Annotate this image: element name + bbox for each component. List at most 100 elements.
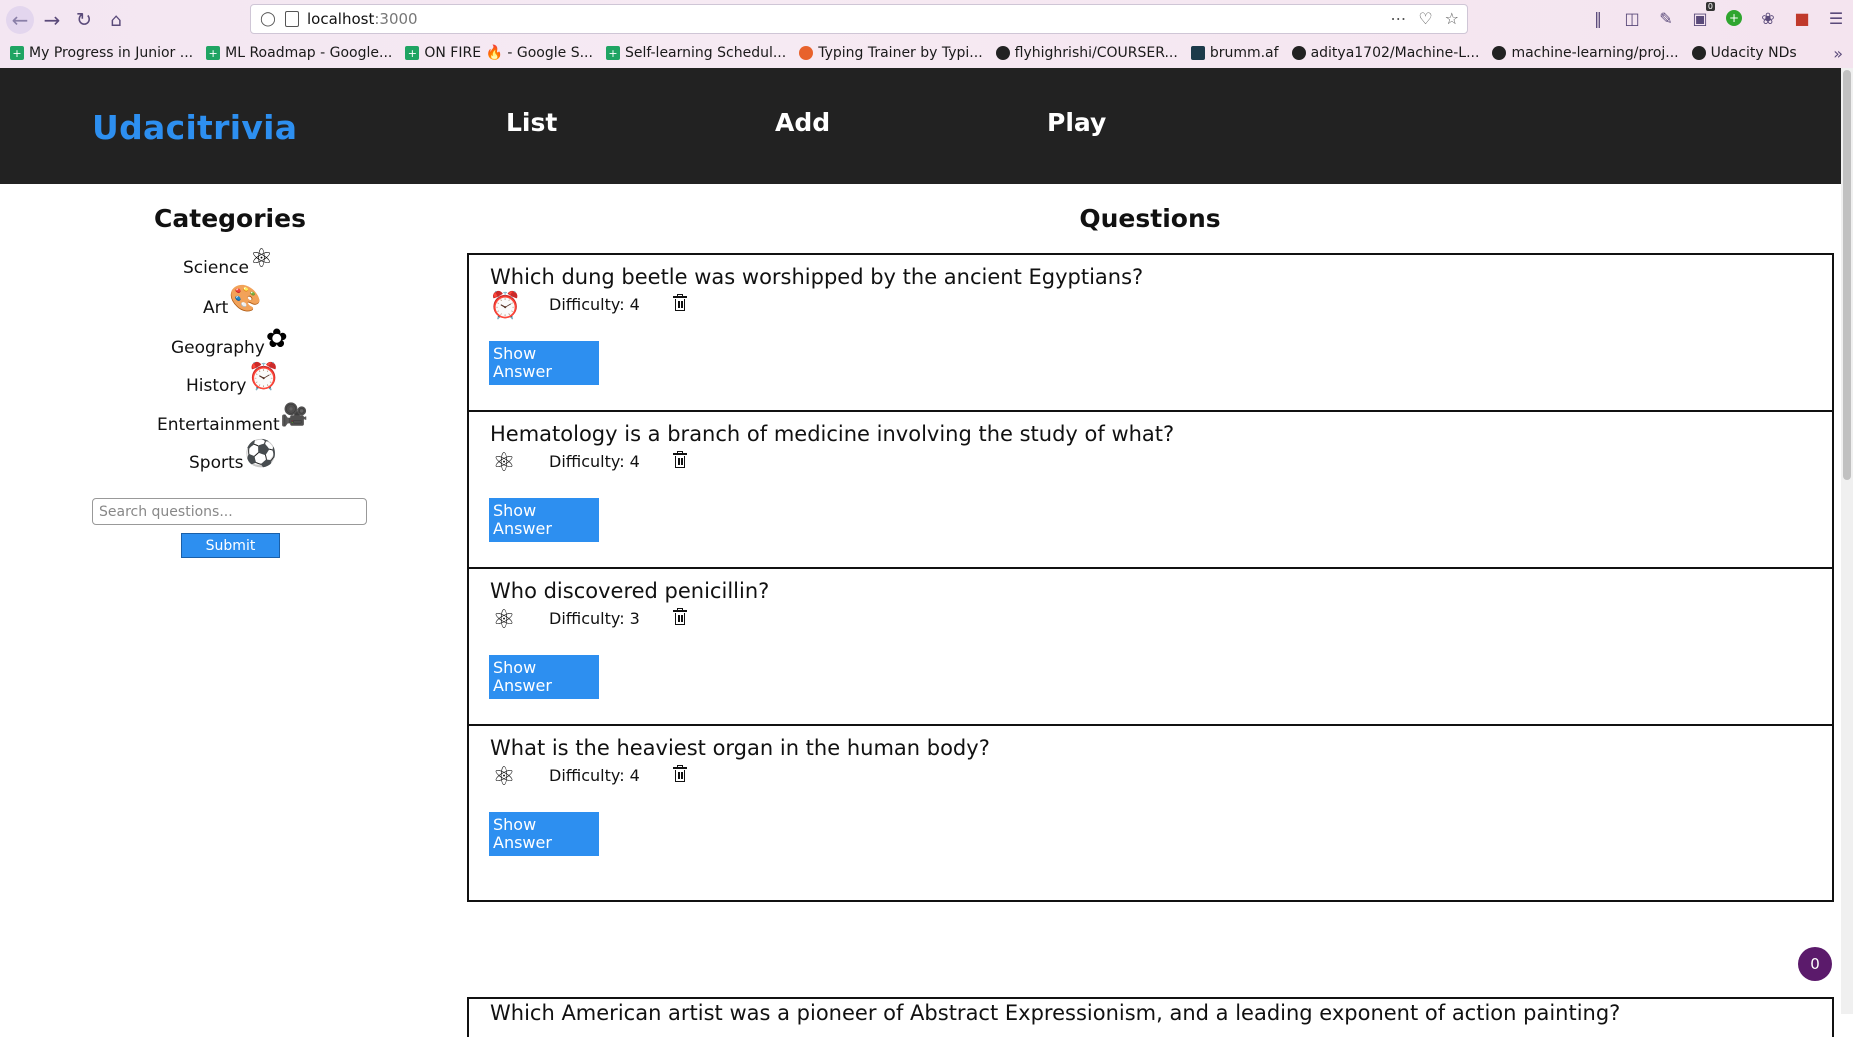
- categories-title: Categories: [154, 204, 306, 233]
- brumm-icon: [1190, 46, 1205, 60]
- toolbar-extensions: ‖ ◫ ✎ ▣ 0 + ❀ ■ ☰: [1587, 2, 1847, 29]
- delete-trash-icon[interactable]: [672, 765, 688, 784]
- app-header: Udacitrivia List Add Play: [0, 68, 1841, 184]
- nav-play-link[interactable]: Play: [1047, 108, 1106, 137]
- delete-trash-icon[interactable]: [672, 608, 688, 627]
- show-answer-button[interactable]: Show Answer: [489, 812, 599, 856]
- history-clock-icon: ⏰: [489, 291, 522, 321]
- nav-list-link[interactable]: List: [506, 108, 557, 137]
- bookmark-item[interactable]: + Self-learning Schedul...: [605, 45, 787, 61]
- nav-add-link[interactable]: Add: [775, 108, 830, 137]
- art-palette-icon: 🎨: [229, 284, 262, 314]
- category-label: Science: [183, 258, 249, 278]
- back-arrow-icon[interactable]: ←: [6, 6, 34, 34]
- pocket-icon[interactable]: ♡: [1418, 9, 1432, 28]
- page-scrollbar[interactable]: [1841, 68, 1853, 1014]
- sidebar-icon[interactable]: ◫: [1621, 7, 1643, 29]
- github-icon: [1691, 46, 1706, 60]
- bookmark-item[interactable]: + ON FIRE 🔥 - Google S...: [405, 45, 593, 61]
- bookmarks-overflow-icon[interactable]: »: [1833, 44, 1843, 63]
- green-extension-icon[interactable]: +: [1723, 7, 1745, 29]
- reload-icon[interactable]: ↻: [70, 6, 98, 34]
- bookmark-item[interactable]: brumm.af: [1190, 45, 1279, 61]
- science-atom-icon: ⚛: [249, 244, 274, 274]
- question-text: Who discovered penicillin?: [490, 579, 770, 603]
- url-bar[interactable]: ◯ localhost:3000 ⋯ ♡ ☆: [250, 4, 1468, 34]
- question-card: Hematology is a branch of medicine invol…: [467, 410, 1834, 588]
- menu-icon[interactable]: ☰: [1825, 7, 1847, 29]
- bookmark-item[interactable]: Udacity NDs: [1691, 45, 1797, 61]
- show-answer-button[interactable]: Show Answer: [489, 655, 599, 699]
- show-answer-button[interactable]: Show Answer: [489, 341, 599, 385]
- url-host: localhost: [307, 10, 375, 28]
- bookmark-star-icon[interactable]: ☆: [1445, 9, 1459, 28]
- bookmark-label: aditya1702/Machine-L...: [1310, 45, 1480, 61]
- url-port: :3000: [374, 10, 418, 28]
- difficulty-label: Difficulty: 4: [549, 295, 640, 314]
- search-input[interactable]: [92, 498, 367, 525]
- bookmark-label: ON FIRE 🔥 - Google S...: [424, 45, 593, 61]
- science-atom-icon: ⚛: [492, 448, 516, 478]
- questions-title: Questions: [1079, 204, 1221, 233]
- bookmark-item[interactable]: + ML Roadmap - Google...: [206, 45, 392, 61]
- page-actions-icon[interactable]: ⋯: [1390, 9, 1406, 28]
- bookmark-label: flyhighrishi/COURSER...: [1014, 45, 1178, 61]
- category-sports[interactable]: Sports ⚽: [189, 441, 277, 473]
- bookmark-item[interactable]: + My Progress in Junior ...: [10, 45, 193, 61]
- science-atom-icon: ⚛: [492, 605, 516, 635]
- delete-trash-icon[interactable]: [672, 451, 688, 470]
- history-clock-icon: ⏰: [247, 362, 280, 392]
- sheet-icon: +: [10, 46, 24, 60]
- science-atom-icon: ⚛: [492, 762, 516, 792]
- category-label: History: [186, 376, 247, 396]
- leaf-extension-icon[interactable]: ❀: [1757, 7, 1779, 29]
- sports-ball-icon: ⚽: [244, 439, 277, 469]
- bookmark-label: My Progress in Junior ...: [29, 45, 194, 61]
- notification-badge[interactable]: 0: [1798, 947, 1832, 981]
- category-entertainment[interactable]: Entertainment 🎥: [157, 403, 308, 435]
- scrollbar-thumb[interactable]: [1843, 70, 1851, 480]
- extension-badge-count: 0: [1705, 2, 1715, 11]
- entertainment-camera-icon: 🎥: [280, 403, 309, 428]
- category-history[interactable]: History ⏰: [186, 364, 280, 396]
- category-label: Entertainment: [157, 415, 280, 435]
- bookmark-item[interactable]: aditya1702/Machine-L...: [1291, 45, 1480, 61]
- bookmark-label: Self-learning Schedul...: [624, 45, 787, 61]
- submit-button[interactable]: Submit: [181, 533, 280, 558]
- typing-icon: [799, 46, 814, 60]
- extension-icon[interactable]: ✎: [1655, 7, 1677, 29]
- difficulty-label: Difficulty: 4: [549, 452, 640, 471]
- sheet-icon: +: [405, 46, 420, 60]
- github-icon: [1492, 46, 1507, 60]
- bookmark-label: machine-learning/proj...: [1511, 45, 1679, 61]
- bookmark-label: Udacity NDs: [1710, 45, 1797, 61]
- category-art[interactable]: Art 🎨: [203, 286, 262, 318]
- difficulty-label: Difficulty: 3: [549, 609, 640, 628]
- show-answer-button[interactable]: Show Answer: [489, 498, 599, 542]
- category-science[interactable]: Science ⚛: [183, 246, 273, 278]
- question-text: Which American artist was a pioneer of A…: [490, 1001, 1621, 1025]
- page-info-icon[interactable]: [285, 11, 299, 27]
- github-icon: [1291, 46, 1306, 60]
- difficulty-label: Difficulty: 4: [549, 766, 640, 785]
- question-card: Who discovered penicillin? ⚛ Difficulty: 3…: [467, 567, 1834, 745]
- question-text: Which dung beetle was worshipped by the …: [490, 265, 1144, 289]
- question-card: What is the heaviest organ in the human …: [467, 724, 1834, 902]
- library-icon[interactable]: ‖: [1587, 7, 1609, 29]
- extension-badge-icon[interactable]: ▣ 0: [1689, 2, 1715, 29]
- category-label: Geography: [171, 338, 265, 358]
- bookmark-item[interactable]: machine-learning/proj...: [1492, 45, 1679, 61]
- red-extension-icon[interactable]: ■: [1791, 7, 1813, 29]
- tracking-shield-icon[interactable]: ◯: [259, 11, 277, 27]
- question-card: Which dung beetle was worshipped by the …: [467, 253, 1834, 431]
- forward-arrow-icon[interactable]: →: [38, 6, 66, 34]
- bookmark-label: Typing Trainer by Typi...: [818, 45, 983, 61]
- bookmark-item[interactable]: Typing Trainer by Typi...: [799, 45, 983, 61]
- home-icon[interactable]: ⌂: [102, 6, 130, 34]
- category-geography[interactable]: Geography ✿: [171, 326, 288, 358]
- delete-trash-icon[interactable]: [672, 294, 688, 313]
- bookmark-item[interactable]: flyhighrishi/COURSER...: [995, 45, 1178, 61]
- category-label: Sports: [189, 453, 244, 473]
- app-logo[interactable]: Udacitrivia: [92, 108, 297, 147]
- sheet-icon: +: [605, 46, 620, 60]
